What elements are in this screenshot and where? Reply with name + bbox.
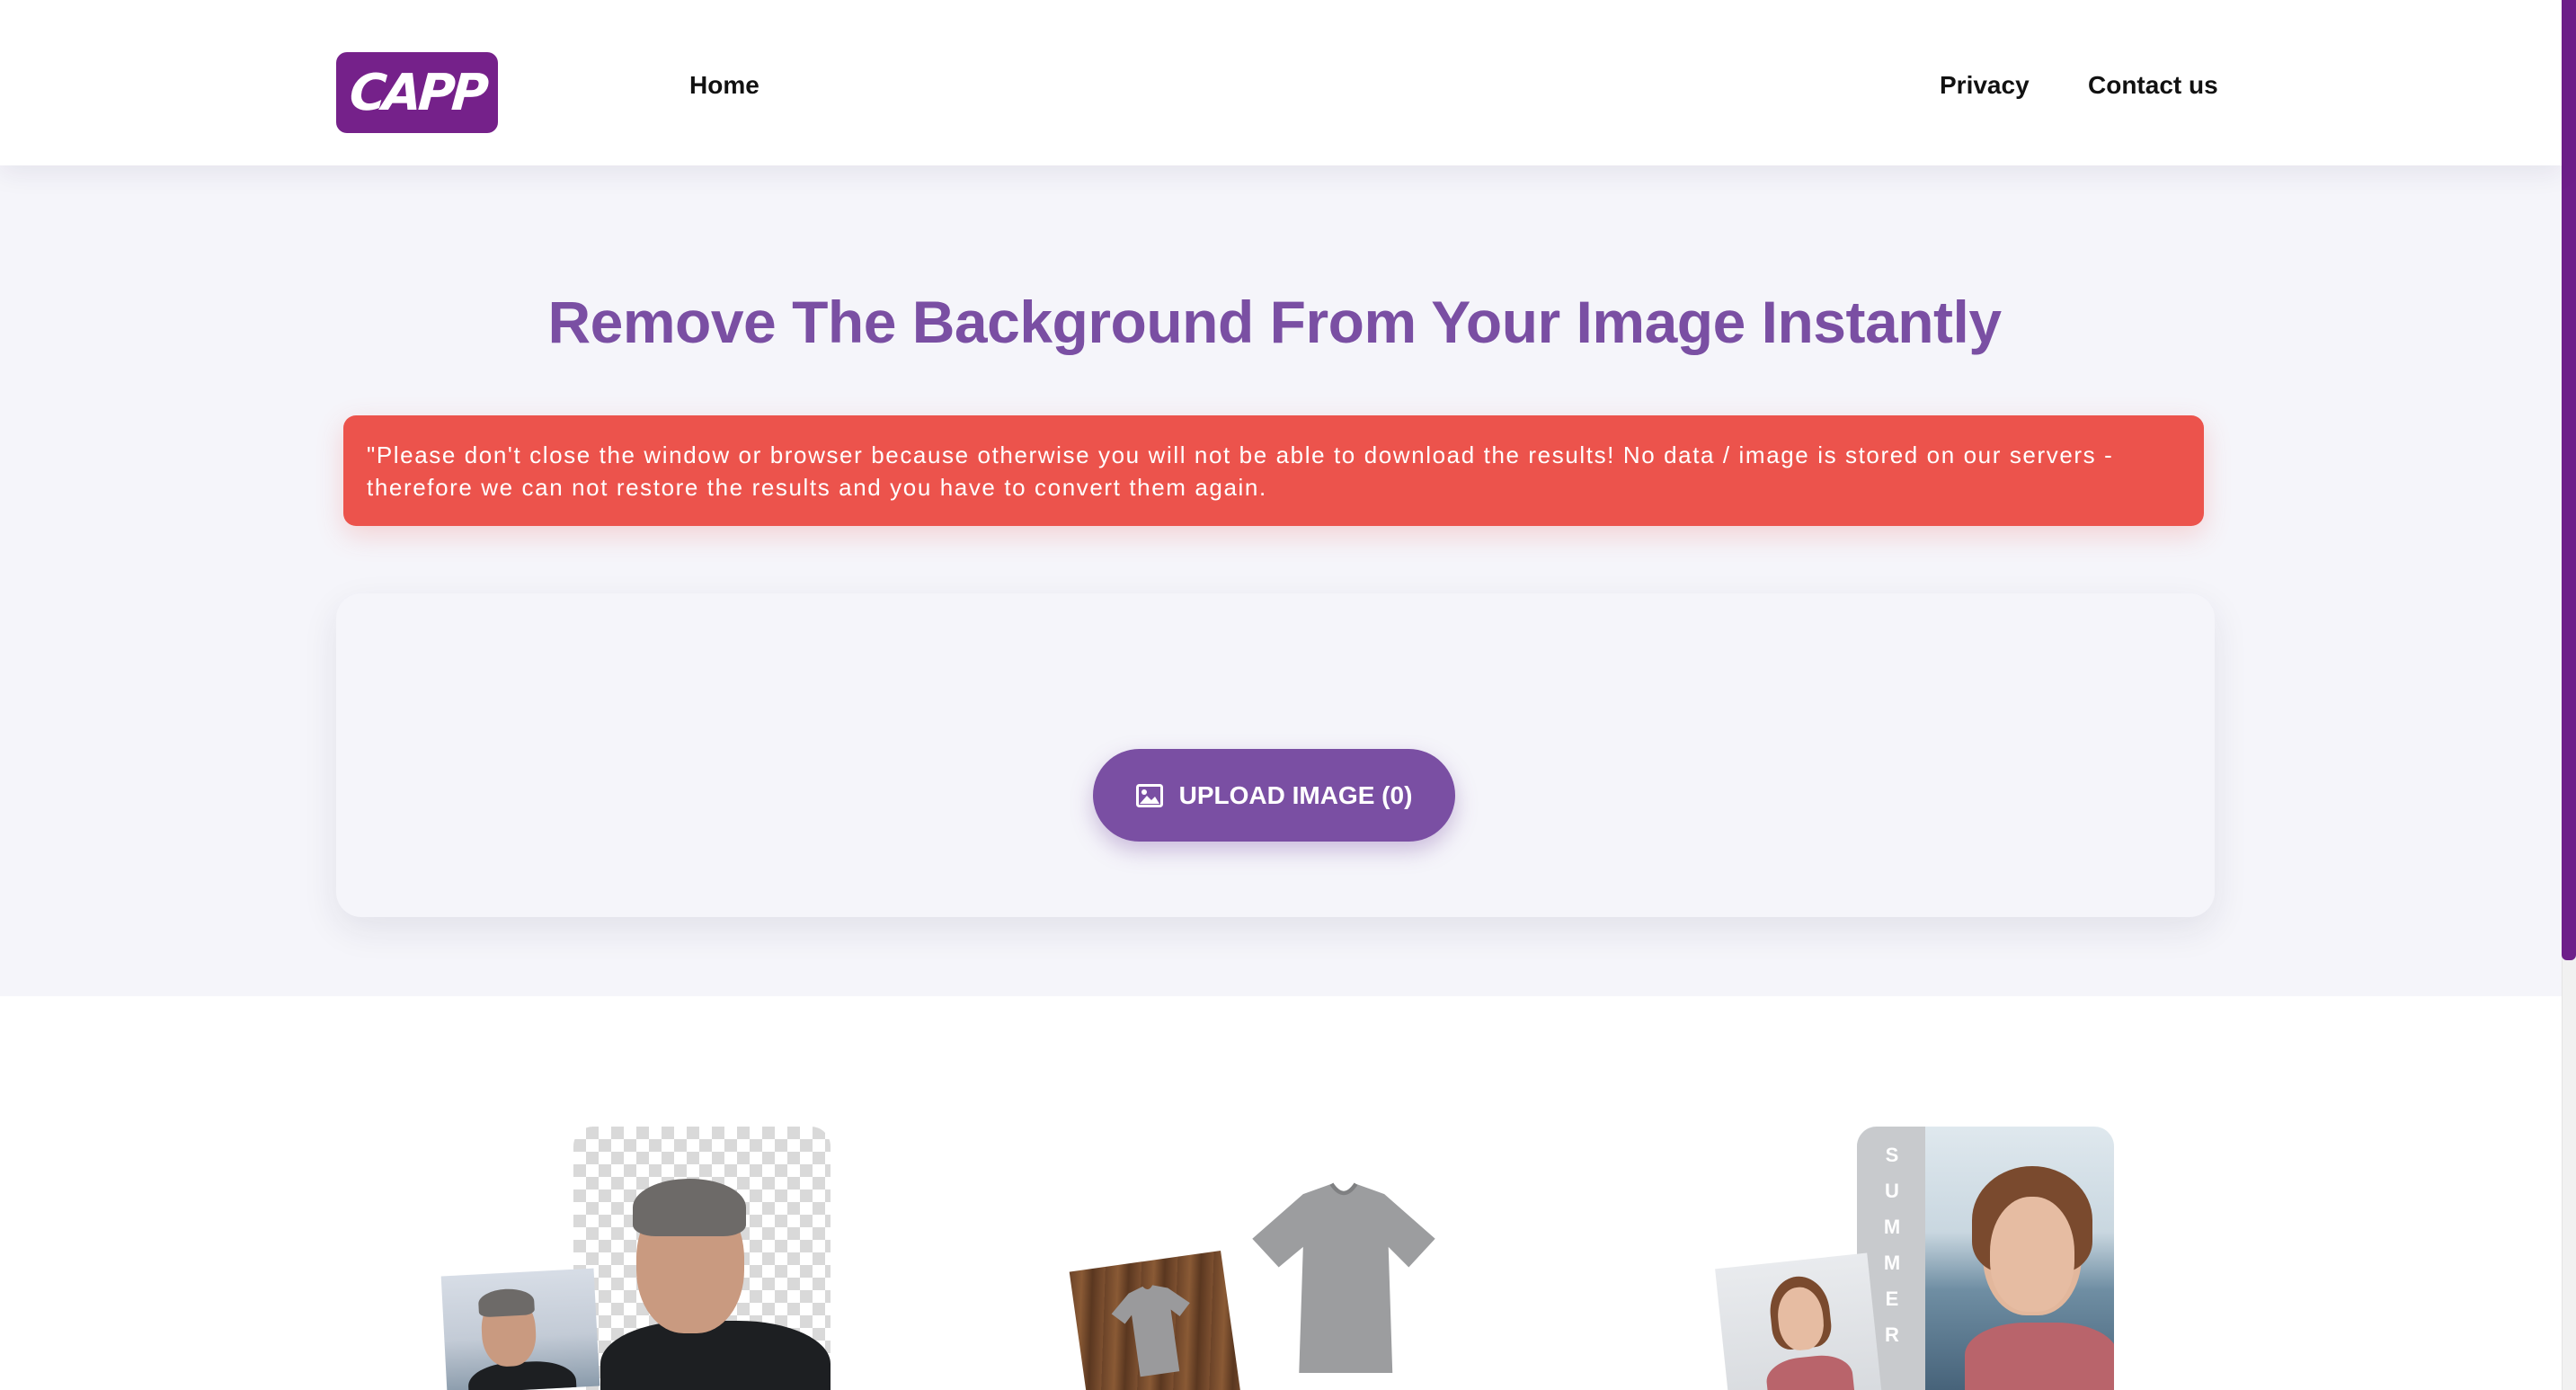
summer-letter: E <box>1885 1288 1899 1310</box>
image-icon <box>1135 783 1163 807</box>
summer-letter: R <box>1885 1323 1899 1346</box>
summer-letter: M <box>1883 1252 1901 1274</box>
scrollbar-thumb[interactable] <box>2562 0 2576 960</box>
summer-letter: U <box>1885 1180 1899 1202</box>
nav-contact-link[interactable]: Contact us <box>2088 69 2218 102</box>
page-title: Remove The Background From Your Image In… <box>547 289 2002 355</box>
nav-privacy-link[interactable]: Privacy <box>1940 69 2030 102</box>
summer-letter: M <box>1883 1216 1901 1238</box>
logo-text: CAPP <box>347 63 487 122</box>
example-tshirt-result <box>1252 1182 1435 1373</box>
example-portrait-result <box>573 1127 831 1390</box>
summer-letter: S <box>1885 1144 1899 1166</box>
upload-button-label: UPLOAD IMAGE (0) <box>1178 780 1413 809</box>
example-selfie-original <box>1715 1252 1882 1390</box>
example-tshirt-original <box>1069 1250 1241 1390</box>
example-portrait-original <box>440 1268 600 1390</box>
upload-image-button[interactable]: UPLOAD IMAGE (0) <box>1093 749 1455 842</box>
site-header: CAPP Home Privacy Contact us <box>0 0 2562 165</box>
brand-logo[interactable]: CAPP <box>336 52 498 133</box>
warning-notice: "Please don't close the window or browse… <box>343 415 2204 526</box>
nav-home-link[interactable]: Home <box>689 69 759 102</box>
page-scrollbar[interactable] <box>2562 0 2576 1390</box>
